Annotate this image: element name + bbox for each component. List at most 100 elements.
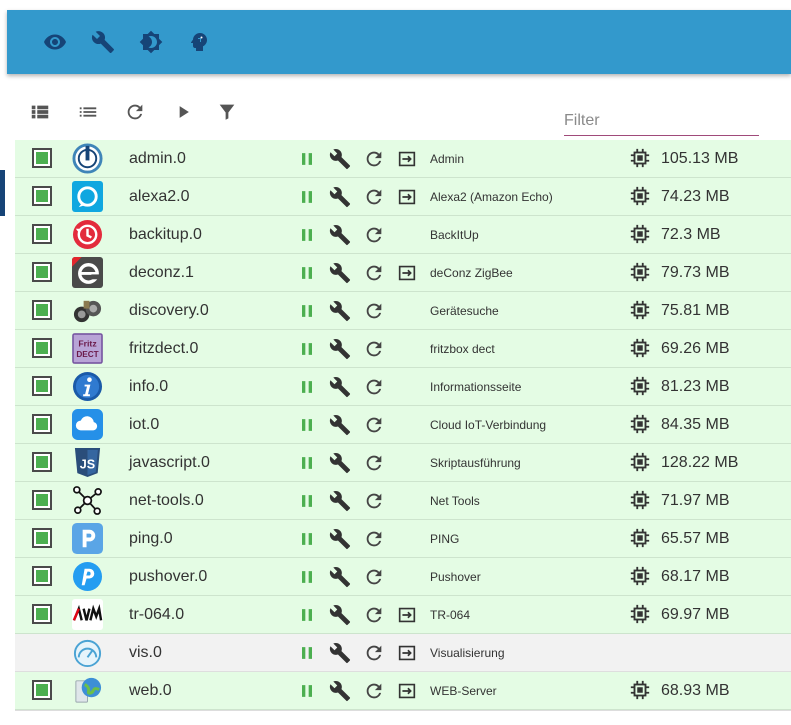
restart-icon[interactable] <box>362 223 386 247</box>
restart-icon[interactable] <box>362 375 386 399</box>
memory-chip-icon <box>629 261 653 285</box>
memory-chip-icon <box>629 451 653 475</box>
enable-checkbox[interactable] <box>32 566 52 586</box>
tile-view-icon[interactable] <box>26 98 54 126</box>
adapter-logo <box>72 295 103 326</box>
restart-icon[interactable] <box>362 603 386 627</box>
memory-usage: 105.13 MB <box>661 149 739 167</box>
restart-icon[interactable] <box>362 565 386 589</box>
pause-icon[interactable] <box>295 489 319 513</box>
enable-checkbox[interactable] <box>32 148 52 168</box>
pause-icon[interactable] <box>295 375 319 399</box>
open-link-icon[interactable] <box>395 185 419 209</box>
open-link-icon[interactable] <box>395 679 419 703</box>
settings-wrench-icon[interactable] <box>328 641 352 665</box>
enable-checkbox[interactable] <box>32 186 52 206</box>
settings-wrench-icon[interactable] <box>328 337 352 361</box>
restart-icon[interactable] <box>362 413 386 437</box>
settings-wrench-icon[interactable] <box>328 527 352 551</box>
instance-row: net-tools.0 Net Tools 71.97 MB <box>15 482 791 520</box>
settings-wrench-icon[interactable] <box>328 261 352 285</box>
settings-wrench-icon[interactable] <box>328 375 352 399</box>
enable-checkbox[interactable] <box>32 224 52 244</box>
enable-checkbox[interactable] <box>32 604 52 624</box>
settings-wrench-icon[interactable] <box>328 603 352 627</box>
enable-checkbox[interactable] <box>32 414 52 434</box>
settings-wrench-icon[interactable] <box>328 565 352 589</box>
pause-icon[interactable] <box>295 299 319 323</box>
instance-row: alexa2.0 Alexa2 (Amazon Echo) 74.23 MB <box>15 178 791 216</box>
wrench-icon[interactable] <box>89 28 117 56</box>
enable-checkbox[interactable] <box>32 376 52 396</box>
enable-checkbox[interactable] <box>32 490 52 510</box>
brightness-icon[interactable] <box>137 28 165 56</box>
memory-usage: 69.26 MB <box>661 339 730 357</box>
settings-wrench-icon[interactable] <box>328 679 352 703</box>
settings-wrench-icon[interactable] <box>328 413 352 437</box>
enable-checkbox[interactable] <box>32 338 52 358</box>
instance-row: ping.0 PING 65.57 MB <box>15 520 791 558</box>
restart-icon[interactable] <box>362 299 386 323</box>
open-link-icon[interactable] <box>395 603 419 627</box>
settings-wrench-icon[interactable] <box>328 299 352 323</box>
pause-icon[interactable] <box>295 451 319 475</box>
pause-icon[interactable] <box>295 527 319 551</box>
pause-icon[interactable] <box>295 337 319 361</box>
svg-text:JS: JS <box>80 457 95 471</box>
restart-icon[interactable] <box>362 489 386 513</box>
restart-icon[interactable] <box>362 147 386 171</box>
pause-icon[interactable] <box>295 261 319 285</box>
enable-checkbox[interactable] <box>32 528 52 548</box>
memory-chip-icon <box>629 603 653 627</box>
settings-wrench-icon[interactable] <box>328 223 352 247</box>
settings-wrench-icon[interactable] <box>328 489 352 513</box>
restart-icon[interactable] <box>362 641 386 665</box>
refresh-icon[interactable] <box>121 98 149 126</box>
memory-chip-icon <box>629 185 653 209</box>
filter-input[interactable] <box>564 106 759 135</box>
restart-icon[interactable] <box>362 185 386 209</box>
memory-usage: 68.17 MB <box>661 567 730 585</box>
instance-title: TR-064 <box>430 607 471 622</box>
settings-wrench-icon[interactable] <box>328 147 352 171</box>
pause-icon[interactable] <box>295 185 319 209</box>
instance-name: web.0 <box>129 681 172 699</box>
open-link-icon[interactable] <box>395 147 419 171</box>
restart-icon[interactable] <box>362 451 386 475</box>
instance-name: pushover.0 <box>129 567 208 585</box>
play-icon[interactable] <box>169 98 197 126</box>
pause-icon[interactable] <box>295 641 319 665</box>
enable-checkbox[interactable] <box>32 300 52 320</box>
memory-chip-icon <box>629 679 653 703</box>
enable-checkbox[interactable] <box>32 262 52 282</box>
settings-wrench-icon[interactable] <box>328 451 352 475</box>
pause-icon[interactable] <box>295 565 319 589</box>
restart-icon[interactable] <box>362 527 386 551</box>
instance-title: BackItUp <box>430 227 479 242</box>
list-view-icon[interactable] <box>74 98 102 126</box>
pause-icon[interactable] <box>295 223 319 247</box>
adapter-logo <box>72 675 103 706</box>
enable-checkbox[interactable] <box>32 680 52 700</box>
instance-list: admin.0 Admin 105.13 MB alexa2.0 Alexa2 (Ama… <box>15 140 791 710</box>
filter-icon[interactable] <box>213 98 241 126</box>
settings-wrench-icon[interactable] <box>328 185 352 209</box>
pause-icon[interactable] <box>295 147 319 171</box>
expert-head-icon[interactable] <box>185 28 213 56</box>
adapter-logo <box>72 371 103 402</box>
eye-icon[interactable] <box>41 28 69 56</box>
pause-icon[interactable] <box>295 603 319 627</box>
adapter-logo <box>72 599 103 630</box>
restart-icon[interactable] <box>362 679 386 703</box>
enable-checkbox[interactable] <box>32 452 52 472</box>
pause-icon[interactable] <box>295 679 319 703</box>
instance-name: javascript.0 <box>129 453 210 471</box>
pause-icon[interactable] <box>295 413 319 437</box>
restart-icon[interactable] <box>362 261 386 285</box>
instance-row: Fritz DECT fritzdect.0 fritzbox dect 69.26 M… <box>15 330 791 368</box>
open-link-icon[interactable] <box>395 641 419 665</box>
instance-title: WEB-Server <box>430 683 497 698</box>
restart-icon[interactable] <box>362 337 386 361</box>
instance-title: Net Tools <box>430 493 480 508</box>
open-link-icon[interactable] <box>395 261 419 285</box>
